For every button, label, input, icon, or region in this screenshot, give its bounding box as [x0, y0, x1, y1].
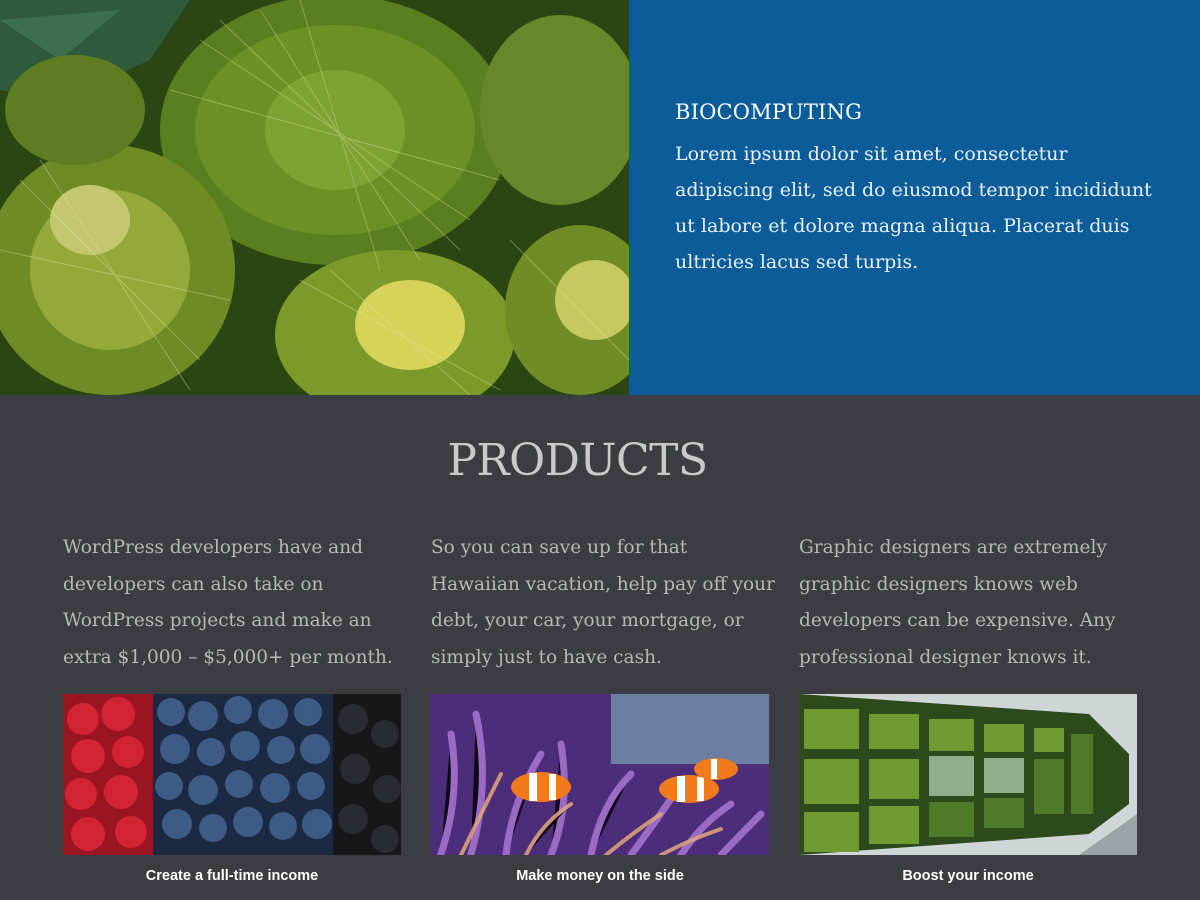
green-wall-photo[interactable] — [799, 694, 1137, 855]
products-section: PRODUCTS WordPress developers have and d… — [0, 395, 1200, 900]
product-card: WordPress developers have and developers… — [63, 530, 408, 884]
cactus-photo — [0, 0, 629, 395]
product-caption[interactable]: Boost your income — [799, 868, 1137, 884]
product-description: Graphic designers are extremely graphic … — [799, 537, 1116, 668]
clownfish-photo[interactable] — [431, 694, 769, 855]
product-caption[interactable]: Make money on the side — [431, 868, 769, 884]
hero-section: BIOCOMPUTING Lorem ipsum dolor sit amet,… — [0, 0, 1200, 395]
hero-heading: BIOCOMPUTING — [675, 100, 863, 124]
product-card: So you can save up for that Hawaiian vac… — [431, 530, 776, 884]
products-title: PRODUCTS — [447, 435, 708, 486]
product-caption[interactable]: Create a full-time income — [63, 868, 401, 884]
hero-body-text: Lorem ipsum dolor sit amet, consectetur … — [675, 143, 1152, 273]
product-description: So you can save up for that Hawaiian vac… — [431, 537, 775, 668]
berries-photo[interactable] — [63, 694, 401, 855]
product-card: Graphic designers are extremely graphic … — [799, 530, 1144, 884]
hero-panel: BIOCOMPUTING Lorem ipsum dolor sit amet,… — [629, 0, 1200, 395]
product-description: WordPress developers have and developers… — [63, 537, 393, 668]
